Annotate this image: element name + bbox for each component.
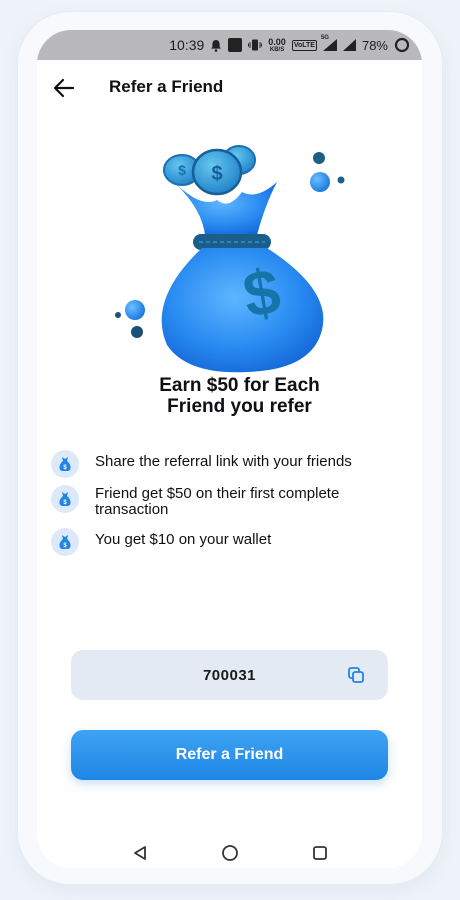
notification-bell-icon [210, 39, 222, 52]
step-text-line-1: Share the referral link with your friend… [95, 453, 352, 470]
volte-label: VoLTE [291, 39, 317, 51]
headline-line-2: Friend you refer [167, 396, 312, 417]
svg-text:$: $ [211, 163, 222, 185]
step-text: Share the referral link with your friend… [95, 450, 352, 470]
network-speed-unit: KB/S [269, 46, 285, 53]
battery-percentage: 78% [361, 37, 388, 53]
step-text-line-1: Friend get $50 on their first complete [95, 485, 340, 502]
signal-5g-icon: 5G [321, 35, 337, 51]
referral-steps-list: $ Share the referral link with your frie… [51, 450, 396, 568]
headline-line-1: Earn $50 for Each [159, 375, 320, 396]
status-time: 10:39 [169, 37, 205, 53]
signal-5g-label: 5G [320, 35, 329, 41]
network-speed-value: 0.00 [268, 36, 286, 47]
arrow-left-icon[interactable] [53, 78, 75, 98]
money-bag-illustration: $ $ $ [107, 130, 367, 375]
app-notification-icon [228, 38, 243, 52]
step-text-line-1: You get $10 on your wallet [95, 531, 272, 548]
list-item: $ Friend get $50 on their first complete… [51, 482, 396, 526]
battery-icon [394, 37, 410, 53]
nav-recents-icon[interactable] [310, 843, 330, 863]
step-text: You get $10 on your wallet [95, 528, 271, 548]
page-title: Refer a Friend [109, 77, 224, 96]
list-item: $ You get $10 on your wallet [51, 528, 396, 568]
nav-home-icon[interactable] [220, 843, 240, 863]
refer-a-friend-button[interactable]: Refer a Friend [71, 730, 388, 780]
money-bag-icon: $ [51, 528, 79, 556]
volte-icon: VoLTE [291, 39, 317, 51]
copy-icon[interactable] [346, 665, 366, 685]
money-bag-icon: $ [51, 450, 79, 478]
network-speed: 0.00 KB/S [268, 36, 286, 53]
referral-code: 700031 [202, 666, 257, 684]
referral-code-box: 700031 [71, 650, 388, 700]
app-bar: Refer a Friend [37, 70, 422, 104]
svg-text:$: $ [178, 162, 186, 178]
referral-headline: Earn $50 for Each Friend you refer [37, 375, 422, 417]
signal-icon [342, 39, 356, 51]
nav-back-icon[interactable] [130, 843, 150, 863]
app-screen: 10:39 0.00 KB/S VoLTE 5G 78% Refer a Fri… [37, 30, 422, 868]
step-text-line-2: transaction [95, 501, 169, 518]
vibrate-icon [248, 39, 263, 51]
step-text: Friend get $50 on their first complete t… [95, 482, 339, 518]
money-bag-icon: $ [51, 485, 79, 513]
status-bar: 10:39 0.00 KB/S VoLTE 5G 78% [37, 30, 422, 60]
system-navigation-bar [37, 838, 422, 868]
